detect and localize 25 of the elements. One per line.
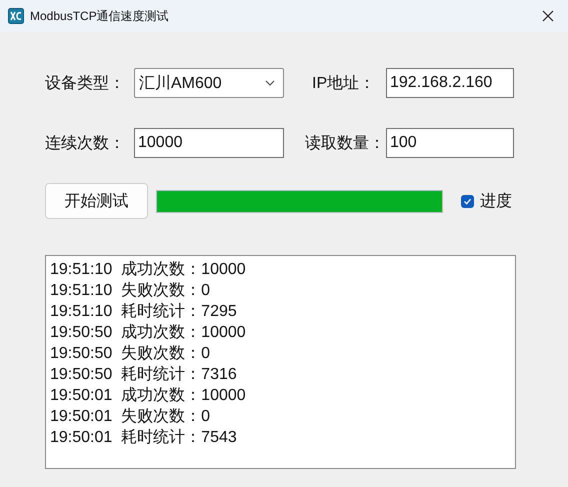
log-line: 19:51:10 耗时统计：7295 bbox=[50, 302, 237, 322]
checkmark-icon bbox=[463, 196, 472, 206]
log-line: 19:50:50 成功次数：10000 bbox=[50, 322, 246, 343]
field-label: 连续次数： bbox=[45, 134, 126, 154]
field-label: 设备类型： bbox=[45, 74, 126, 94]
field-label: IP地址： bbox=[312, 74, 376, 94]
window-title: ModbusTCP通信速度测试 bbox=[30, 8, 170, 24]
progress-checkbox[interactable] bbox=[461, 194, 474, 208]
ip-address-field[interactable]: 192.168.2.160 bbox=[386, 68, 514, 98]
field-label: 读取数量： bbox=[305, 134, 386, 154]
read-count-field[interactable]: 100 bbox=[386, 128, 514, 158]
log-line: 19:50:01 耗时统计：7543 bbox=[50, 428, 237, 448]
device-type-dropdown[interactable]: 汇川AM600 bbox=[134, 68, 284, 98]
app-icon bbox=[8, 8, 24, 24]
repeat-count-field[interactable]: 10000 bbox=[134, 128, 284, 158]
checkbox-label: 进度 bbox=[480, 192, 512, 212]
close-icon bbox=[542, 10, 554, 22]
log-line: 19:50:01 成功次数：10000 bbox=[50, 386, 246, 406]
chevron-down-icon bbox=[265, 80, 275, 86]
log-line: 19:50:50 耗时统计：7316 bbox=[50, 364, 237, 385]
log-line: 19:51:10 失败次数：0 bbox=[50, 280, 210, 301]
start-test-button[interactable]: 开始测试 bbox=[45, 183, 148, 219]
log-line: 19:51:10 成功次数：10000 bbox=[50, 260, 246, 280]
log-line: 19:50:01 失败次数：0 bbox=[50, 406, 210, 427]
log-line: 19:50:50 失败次数：0 bbox=[50, 344, 210, 364]
